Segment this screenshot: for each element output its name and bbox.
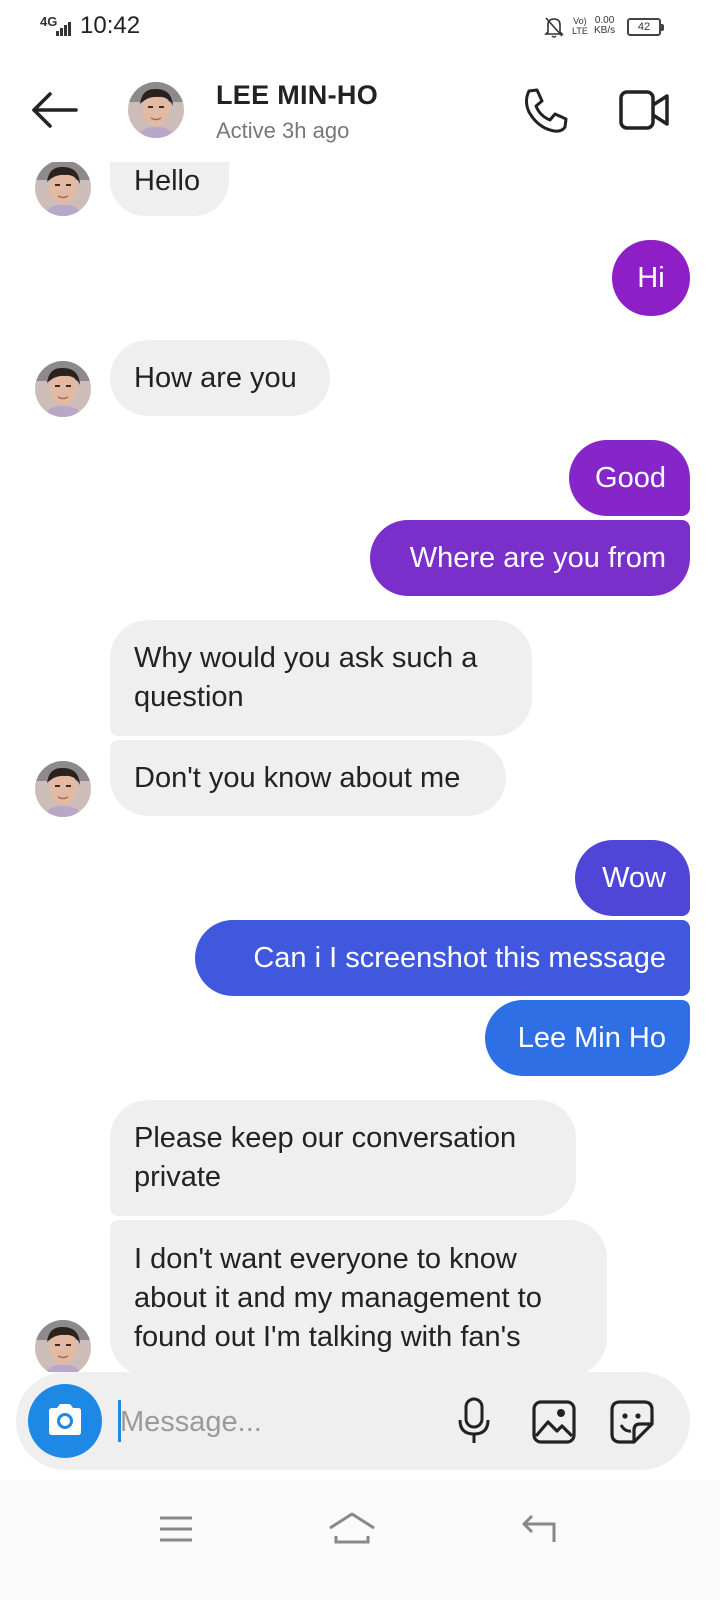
message-composer [16,1372,690,1470]
message-bubble-incoming[interactable]: How are you [110,340,330,416]
message-bubble-outgoing[interactable]: Good [569,440,690,516]
camera-button[interactable] [28,1384,102,1458]
back-icon[interactable] [518,1512,558,1546]
menu-icon[interactable] [158,1514,194,1544]
battery-icon: 42 [627,18,664,36]
clock: 10:42 [80,12,141,39]
chat-header: LEE MIN-HO Active 3h ago [0,56,720,162]
back-arrow-icon[interactable] [30,90,80,130]
bell-off-icon [544,17,564,38]
message-bubble-incoming[interactable]: Why would you ask such a question [110,620,532,736]
message-list[interactable]: Hello Hi How are you Good Where are you … [0,162,720,1372]
system-navigation-bar [0,1480,720,1600]
message-bubble-incoming[interactable]: Please keep our conversation private [110,1100,576,1216]
camera-icon [49,1404,81,1435]
avatar[interactable] [35,162,91,216]
contact-name[interactable]: LEE MIN-HO [216,80,378,111]
active-status: Active 3h ago [216,118,350,143]
message-bubble-outgoing[interactable]: Hi [612,240,690,316]
home-icon[interactable] [326,1510,378,1546]
sticker-icon[interactable] [608,1398,656,1446]
message-bubble-incoming[interactable]: Don't you know about me [110,740,506,816]
message-bubble-outgoing[interactable]: Can i I screenshot this message [195,920,690,996]
speed-unit: KB/s [594,25,616,36]
message-bubble-outgoing[interactable]: Wow [575,840,690,916]
status-bar: 4G 10:42 Vo) LTE 0.00 KB/s 42 [0,0,720,56]
avatar[interactable] [35,761,91,817]
message-bubble-incoming[interactable]: I don't want everyone to know about it a… [110,1220,607,1372]
network-speed: 0.00 KB/s [594,16,615,36]
message-bubble-outgoing[interactable]: Where are you from [370,520,690,596]
volte-indicator: Vo) LTE [572,16,588,36]
message-bubble-outgoing[interactable]: Lee Min Ho [485,1000,690,1076]
volte-label: Vo) [573,16,587,26]
message-bubble-incoming[interactable]: Hello [110,162,229,216]
contact-avatar[interactable] [128,82,184,138]
microphone-icon[interactable] [456,1396,492,1446]
lte-label: LTE [572,26,588,36]
phone-icon[interactable] [520,86,570,136]
avatar[interactable] [35,361,91,417]
signal-icon [56,22,74,36]
image-icon[interactable] [530,1398,578,1446]
avatar[interactable] [35,1320,91,1372]
battery-level: 42 [637,21,651,33]
message-input[interactable] [118,1398,442,1446]
network-type: 4G [40,14,58,29]
video-camera-icon[interactable] [618,88,670,132]
